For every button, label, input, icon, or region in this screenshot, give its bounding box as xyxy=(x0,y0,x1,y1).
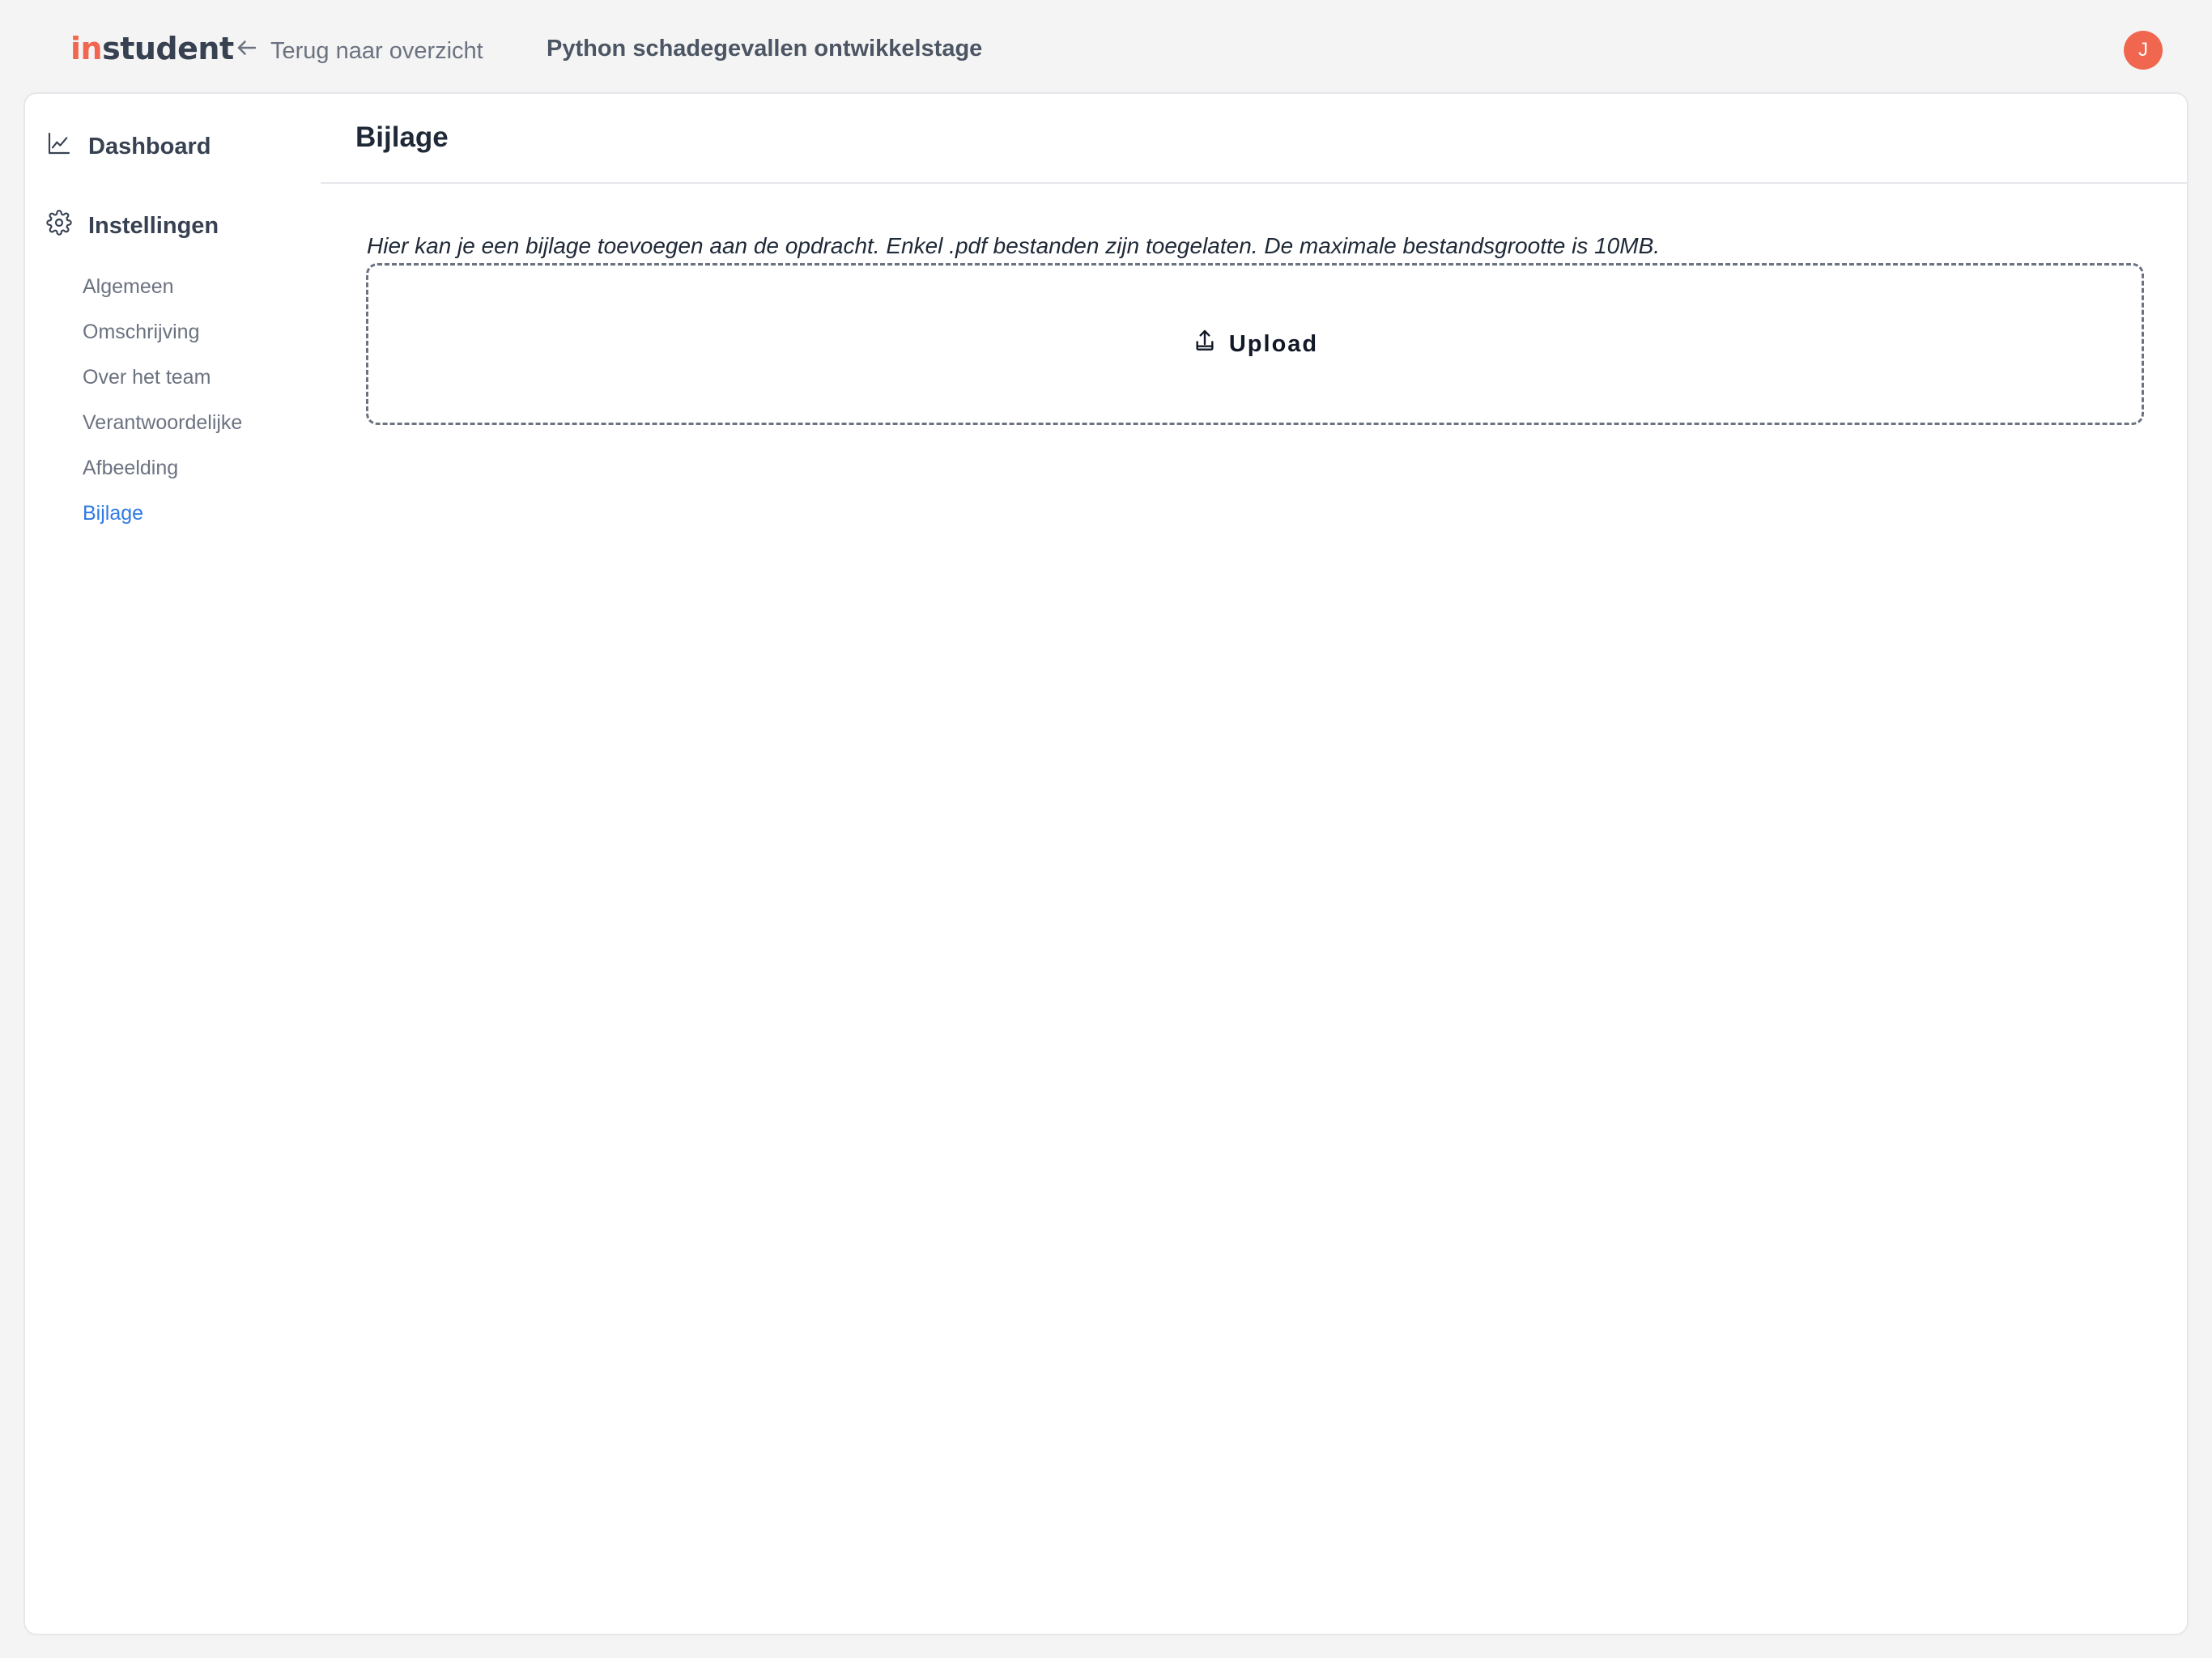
page-title: Bijlage xyxy=(355,121,449,153)
sidebar-settings-label: Instellingen xyxy=(88,212,219,239)
user-avatar[interactable]: J xyxy=(2124,31,2163,70)
app-logo[interactable]: instudent xyxy=(70,31,234,66)
logo-text: student xyxy=(102,31,234,66)
upload-hint-text: Hier kan je een bijlage toevoegen aan de… xyxy=(367,233,1661,258)
chart-line-icon xyxy=(46,130,72,163)
project-title: Python schadegevallen ontwikkelstage xyxy=(547,36,983,62)
subnav-item-bijlage[interactable]: Bijlage xyxy=(83,491,242,536)
upload-icon xyxy=(1192,328,1218,360)
subnav-item-afbeelding[interactable]: Afbeelding xyxy=(83,445,242,491)
avatar-initial: J xyxy=(2138,39,2148,61)
main-card: Dashboard Instellingen Algemeen Omschrij… xyxy=(23,92,2189,1635)
logo-accent: in xyxy=(70,31,103,66)
gear-icon xyxy=(46,210,72,242)
subnav-item-over-het-team[interactable]: Over het team xyxy=(83,355,242,400)
back-link-label: Terug naar overzicht xyxy=(270,37,483,64)
content-header: Bijlage xyxy=(321,94,2187,184)
arrow-left-icon xyxy=(235,36,259,66)
sidebar-item-dashboard[interactable]: Dashboard xyxy=(46,130,211,163)
back-to-overview-link[interactable]: Terug naar overzicht xyxy=(235,36,483,66)
sidebar-dashboard-label: Dashboard xyxy=(88,133,211,159)
top-bar: instudent Terug naar overzicht Python sc… xyxy=(0,0,2212,92)
upload-dropzone[interactable]: Upload xyxy=(366,263,2144,425)
upload-button-label: Upload xyxy=(1228,330,1319,357)
subnav-item-omschrijving[interactable]: Omschrijving xyxy=(83,309,242,355)
subnav-item-verantwoordelijke[interactable]: Verantwoordelijke xyxy=(83,400,242,445)
settings-subnav: Algemeen Omschrijving Over het team Vera… xyxy=(83,264,242,536)
upload-button[interactable]: Upload xyxy=(1192,328,1318,360)
sidebar: Dashboard Instellingen Algemeen Omschrij… xyxy=(25,94,321,1634)
sidebar-item-instellingen[interactable]: Instellingen xyxy=(46,210,219,242)
subnav-item-algemeen[interactable]: Algemeen xyxy=(83,264,242,309)
